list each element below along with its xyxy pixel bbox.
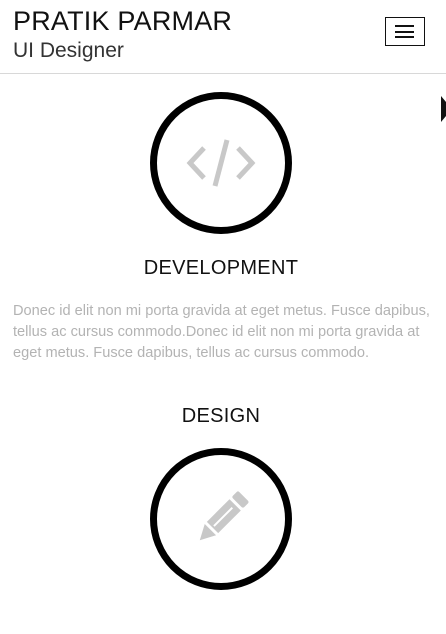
hamburger-menu-icon-bar bbox=[395, 30, 414, 33]
site-subtitle: UI Designer bbox=[13, 39, 124, 62]
menu-toggle-button[interactable] bbox=[385, 17, 425, 46]
site-header: PRATIK PARMAR UI Designer bbox=[0, 0, 446, 74]
pencil-icon bbox=[199, 491, 249, 541]
hamburger-menu-icon-bar bbox=[395, 36, 414, 38]
development-description: Donec id elit non mi porta gravida at eg… bbox=[13, 303, 430, 361]
site-title[interactable]: PRATIK PARMAR bbox=[13, 6, 232, 37]
mouse-cursor-icon bbox=[441, 96, 446, 122]
development-heading: DEVELOPMENT bbox=[143, 257, 299, 279]
code-icon bbox=[186, 139, 256, 187]
design-icon-circle bbox=[150, 448, 292, 590]
hamburger-menu-icon bbox=[395, 25, 414, 27]
development-icon-circle bbox=[150, 92, 292, 234]
design-heading: DESIGN bbox=[181, 405, 261, 427]
